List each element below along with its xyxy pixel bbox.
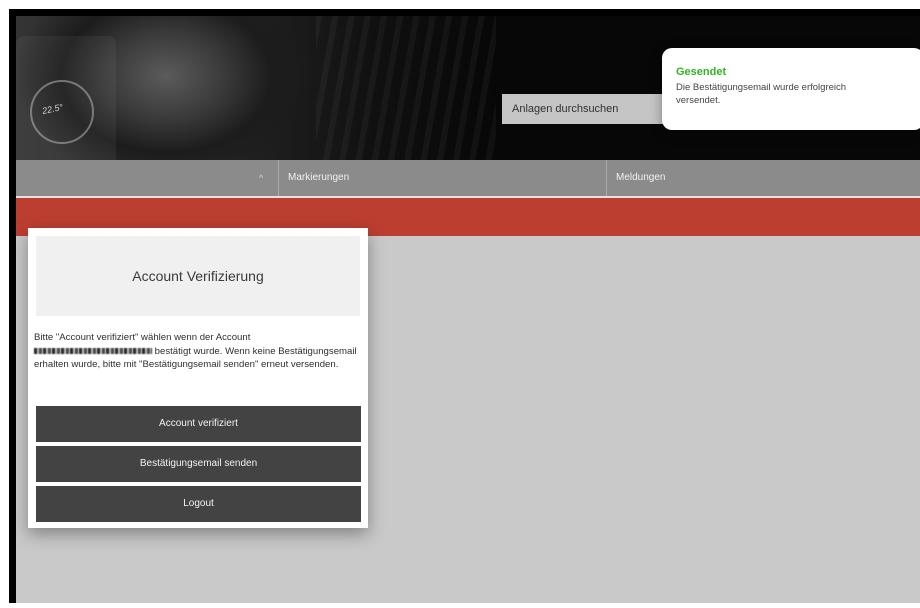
nav-item-collapsed[interactable] bbox=[16, 160, 278, 196]
nav-item-label: Markierungen bbox=[288, 172, 350, 183]
send-confirmation-email-button[interactable]: Bestätigungsemail senden bbox=[36, 446, 361, 482]
dialog-title: Account Verifizierung bbox=[36, 236, 360, 316]
verification-dialog: Account Verifizierung Bitte "Account ver… bbox=[28, 228, 368, 528]
notification-toast: Gesendet Die Bestätigungsemail wurde erf… bbox=[662, 48, 920, 130]
nav-item-label: Meldungen bbox=[616, 172, 666, 183]
logout-button[interactable]: Logout bbox=[36, 486, 361, 522]
nav-item-meldungen[interactable]: Meldungen bbox=[606, 160, 920, 196]
main-nav: ^ Markierungen Meldungen bbox=[16, 160, 920, 196]
header-photo: 22.5° bbox=[16, 16, 496, 160]
redacted-email bbox=[34, 347, 152, 354]
chevron-up-icon[interactable]: ^ bbox=[259, 160, 263, 196]
nav-item-markierungen[interactable]: Markierungen bbox=[278, 160, 606, 196]
account-verified-button[interactable]: Account verifiziert bbox=[36, 406, 361, 442]
dialog-message: Bitte "Account verifiziert" wählen wenn … bbox=[34, 332, 357, 370]
toast-title: Gesendet bbox=[676, 66, 727, 78]
toast-message: Die Bestätigungsemail wurde erfolgreich … bbox=[676, 82, 847, 106]
